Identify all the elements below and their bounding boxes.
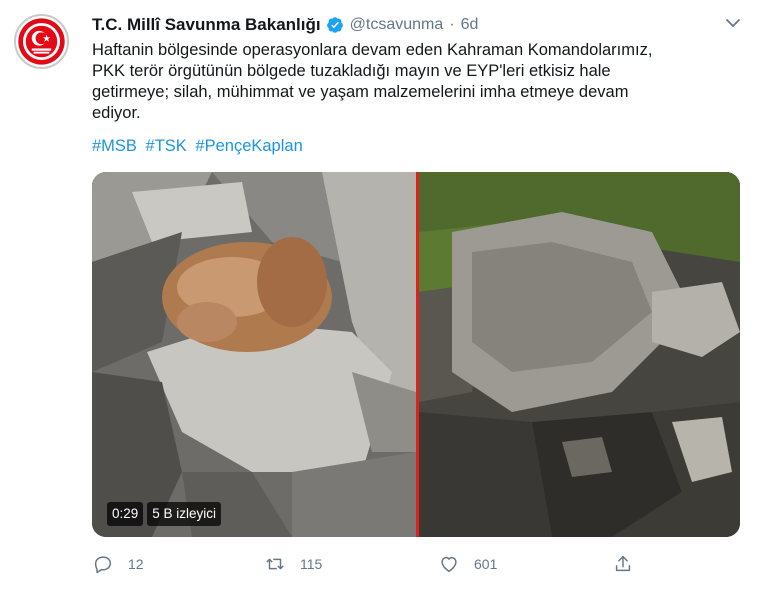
share-button[interactable] xyxy=(612,550,634,578)
tweet-card[interactable]: T.C. Millî Savunma Bakanlığı @tcsavunma … xyxy=(0,0,770,598)
ministry-emblem-icon xyxy=(18,18,65,65)
retweet-icon xyxy=(266,558,284,570)
account-name[interactable]: T.C. Millî Savunma Bakanlığı xyxy=(92,15,321,35)
verified-badge-icon xyxy=(326,17,343,33)
hashtag-link[interactable]: #MSB xyxy=(92,137,137,155)
tweet-timestamp[interactable]: 6d xyxy=(461,16,479,34)
chevron-down-icon[interactable] xyxy=(722,12,744,34)
share-icon xyxy=(615,555,631,572)
separator-dot: · xyxy=(449,16,455,33)
tweet-text-line: getirmeye; silah, mühimmat ve yaşam malz… xyxy=(92,83,629,101)
video-divider xyxy=(416,172,419,537)
video-meta: 0:29 5 B izleyici xyxy=(107,502,222,526)
tweet-text-line: Haftanin bölgesinde operasyonlara devam … xyxy=(92,41,653,59)
video-player[interactable] xyxy=(92,172,740,537)
account-handle[interactable]: @tcsavunma xyxy=(350,16,444,34)
tweet-header: T.C. Millî Savunma Bakanlığı @tcsavunma … xyxy=(92,12,478,38)
tweet-text: Haftanin bölgesinde operasyonlara devam … xyxy=(92,40,742,124)
reply-count: 12 xyxy=(128,556,144,572)
video-duration: 0:29 xyxy=(107,502,144,526)
video-thumbnail xyxy=(92,172,740,537)
reply-button[interactable]: 12 xyxy=(92,550,144,578)
tweet-text-line: ediyor. xyxy=(92,104,141,122)
avatar[interactable] xyxy=(14,14,69,69)
video-view-count: 5 B izleyici xyxy=(147,502,222,526)
retweet-count: 115 xyxy=(300,556,323,572)
tweet-text-line: PKK terör örgütünün bölgede tuzakladığı … xyxy=(92,62,611,80)
reply-icon xyxy=(94,556,112,574)
hashtag-link[interactable]: #PençeKaplan xyxy=(195,137,302,155)
hashtag-list: #MSB #TSK #PençeKaplan xyxy=(92,137,307,156)
like-count: 601 xyxy=(474,556,498,572)
hashtag-link[interactable]: #TSK xyxy=(146,137,187,155)
like-button[interactable]: 601 xyxy=(438,550,497,578)
tweet-actions: 12 115 601 xyxy=(92,550,742,580)
heart-icon xyxy=(441,556,457,573)
retweet-button[interactable]: 115 xyxy=(264,550,322,578)
